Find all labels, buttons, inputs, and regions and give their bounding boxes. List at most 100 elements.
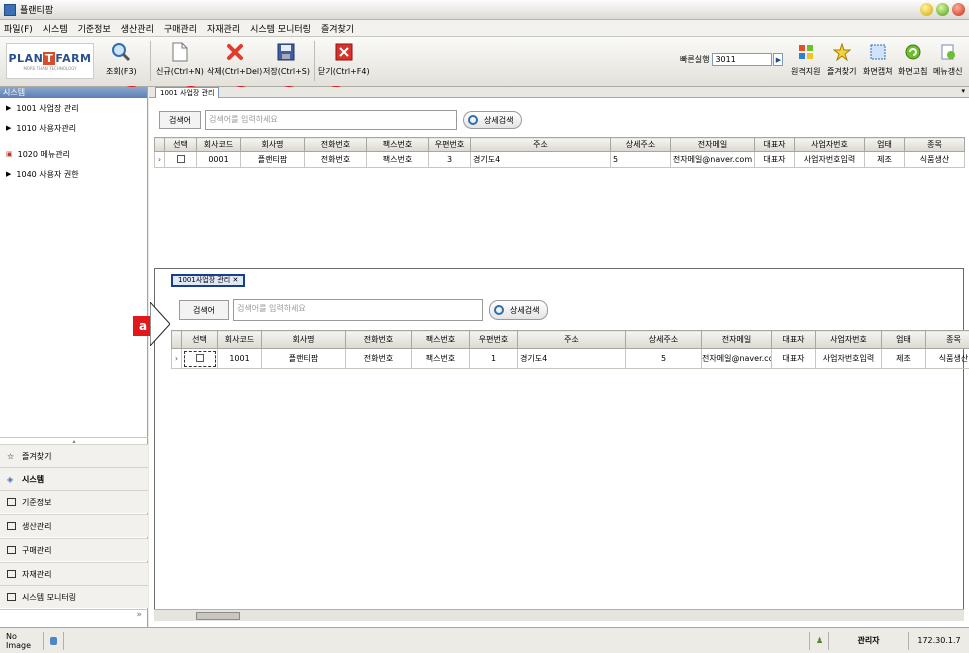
remote-support-button[interactable]: 원격지원	[791, 41, 820, 77]
col-zipcode[interactable]: 우편번호	[428, 137, 471, 152]
user-icon: ♟	[809, 631, 829, 650]
col-fax[interactable]: 팩스번호	[366, 137, 429, 152]
folder-icon	[7, 522, 16, 530]
detail-search-button[interactable]: 상세검색	[463, 111, 523, 129]
window-controls	[920, 3, 965, 16]
tab-workplace[interactable]: 1001 사업장 관리	[155, 87, 220, 98]
sidebar-item-user-permission[interactable]: ▶ 1040 사용자 권한	[0, 164, 147, 184]
callout-a-arrow	[150, 302, 170, 346]
menu-base-info[interactable]: 기준정보	[78, 22, 111, 35]
tab-close-icon: ✕	[232, 276, 239, 284]
col-company-name[interactable]: 회사명	[240, 137, 305, 152]
menu-favorites[interactable]: 즐겨찾기	[321, 22, 354, 35]
search-row: 검색어 검색어를 입력하세요 상세검색	[159, 108, 523, 132]
minimize-button[interactable]	[920, 3, 933, 16]
expand-arrow-icon: ▶	[6, 124, 12, 132]
folder-icon	[7, 570, 16, 578]
menu-production[interactable]: 생산관리	[121, 22, 154, 35]
sidebar-section-material[interactable]: 자재관리	[0, 562, 148, 585]
horizontal-scrollbar[interactable]	[154, 609, 964, 621]
quick-run: 빠른실행 3011 ▶	[680, 53, 784, 66]
sidebar-section-base-info[interactable]: 기준정보	[0, 490, 148, 513]
toolbar: PLAN T FARM MORE THAN TECHNOLOGY 조회(F3) 신규…	[0, 37, 969, 87]
zoom-header-row: 선택 회사코드 회사명 전화번호 팩스번호 우편번호 주소 상세주소 전자메일 …	[171, 330, 969, 349]
title-bar: 플랜티팜	[0, 0, 969, 20]
status-bar: No Image ♟ 관리자 172.30.1.7	[0, 627, 969, 653]
sidebar-collapse-icon[interactable]: »	[0, 609, 148, 627]
delete-button[interactable]: 삭제(Ctrl+Del)	[207, 41, 262, 77]
menu-material[interactable]: 자재관리	[207, 22, 240, 35]
zoom-search-input[interactable]: 검색어를 입력하세요	[233, 299, 483, 321]
search-icon	[468, 115, 478, 125]
window-title: 플랜티팜	[20, 6, 54, 16]
star-pointer-icon	[832, 41, 852, 63]
new-button[interactable]: 신규(Ctrl+N)	[156, 41, 204, 77]
sidebar-section-system[interactable]: ◈ 시스템	[0, 467, 148, 490]
menu-refresh-icon	[938, 41, 958, 63]
save-button[interactable]: 저장(Ctrl+S)	[263, 41, 310, 77]
zoom-grid: 선택 회사코드 회사명 전화번호 팩스번호 우편번호 주소 상세주소 전자메일 …	[171, 330, 969, 369]
quick-run-go-icon[interactable]: ▶	[773, 53, 784, 66]
refresh-button[interactable]: 화면고침	[898, 41, 927, 77]
col-address[interactable]: 주소	[470, 137, 611, 152]
col-business-item[interactable]: 종목	[904, 137, 965, 152]
menu-bar: 파일(F) 시스템 기준정보 생산관리 구매관리 자재관리 시스템 모니터링 즐…	[0, 20, 969, 37]
close-button[interactable]: 닫기(Ctrl+F4)	[318, 41, 370, 77]
search-button[interactable]: 조회(F3)	[106, 41, 137, 77]
menu-refresh-button[interactable]: 메뉴갱신	[933, 41, 962, 77]
status-image: No Image	[0, 631, 44, 650]
sidebar-item-menu[interactable]: ▣ 1020 메뉴관리	[0, 144, 147, 164]
sidebar-section-production[interactable]: 생산관리	[0, 514, 148, 537]
star-icon: ☆	[7, 452, 15, 461]
tab-dropdown-icon[interactable]: ▾	[961, 87, 965, 95]
close-box-icon	[334, 41, 354, 63]
table-row[interactable]: › 1001 플랜티팜 전화번호 팩스번호 1 경기도4 5 전자메일@nave…	[171, 348, 969, 369]
app-icon	[4, 3, 16, 16]
favorites-button[interactable]: 즐겨찾기	[827, 41, 856, 77]
menu-monitoring[interactable]: 시스템 모니터링	[250, 22, 311, 35]
select-checkbox[interactable]	[164, 151, 197, 168]
folder-icon	[7, 593, 16, 601]
table-row[interactable]: › 0001 플랜티팜 전화번호 팩스번호 3 경기도4 5 전자메일@nave…	[154, 151, 965, 168]
col-business-number[interactable]: 사업자번호	[794, 137, 865, 152]
col-email[interactable]: 전자메일	[670, 137, 755, 152]
search-icon	[494, 305, 504, 315]
scrollbar-thumb[interactable]	[196, 612, 240, 620]
system-icon: ◈	[7, 475, 14, 484]
quick-run-input[interactable]: 3011	[712, 53, 773, 66]
maximize-button[interactable]	[936, 3, 949, 16]
windows-flag-icon	[796, 41, 816, 63]
col-business-type[interactable]: 업태	[864, 137, 905, 152]
expand-arrow-icon: ▶	[6, 104, 12, 112]
menu-purchase[interactable]: 구매관리	[164, 22, 197, 35]
search-label: 검색어	[159, 111, 201, 129]
screen-capture-button[interactable]: 화면캡쳐	[863, 41, 892, 77]
status-user: 관리자	[829, 631, 909, 650]
menu-doc-icon: ▣	[6, 150, 13, 158]
sidebar-section-purchase[interactable]: 구매관리	[0, 538, 148, 561]
sidebar-item-workplace[interactable]: ▶ 1001 사업장 관리	[0, 98, 147, 118]
delete-x-icon	[225, 41, 245, 63]
grid-header-row: 선택 회사코드 회사명 전화번호 팩스번호 우편번호 주소 상세주소 전자메일 …	[154, 137, 965, 152]
col-ceo[interactable]: 대표자	[754, 137, 795, 152]
floppy-disk-icon	[276, 41, 296, 63]
sidebar-section-favorites[interactable]: ☆ 즐겨찾기	[0, 444, 148, 467]
col-company-code[interactable]: 회사코드	[196, 137, 241, 152]
search-input[interactable]: 검색어를 입력하세요	[205, 110, 457, 130]
col-phone[interactable]: 전화번호	[304, 137, 367, 152]
sidebar-section-monitoring[interactable]: 시스템 모니터링	[0, 585, 148, 608]
menu-system[interactable]: 시스템	[43, 22, 68, 35]
sidebar-item-users[interactable]: ▶ 1010 사용자관리	[0, 118, 147, 138]
col-detail-address[interactable]: 상세주소	[610, 137, 671, 152]
sidebar-splitter[interactable]: ▴	[0, 437, 148, 445]
close-window-button[interactable]	[952, 3, 965, 16]
menu-file[interactable]: 파일(F)	[4, 22, 33, 35]
new-document-icon	[170, 41, 190, 63]
zoom-detail-search-button[interactable]: 상세검색	[489, 300, 549, 320]
zoom-search-label: 검색어	[179, 300, 229, 320]
col-select[interactable]: 선택	[164, 137, 197, 152]
sidebar-header: 시스템	[0, 87, 147, 98]
chat-icon[interactable]	[44, 631, 64, 650]
select-checkbox[interactable]	[181, 348, 218, 369]
zoom-tab: 1001사업장 관리 ✕	[171, 274, 246, 287]
